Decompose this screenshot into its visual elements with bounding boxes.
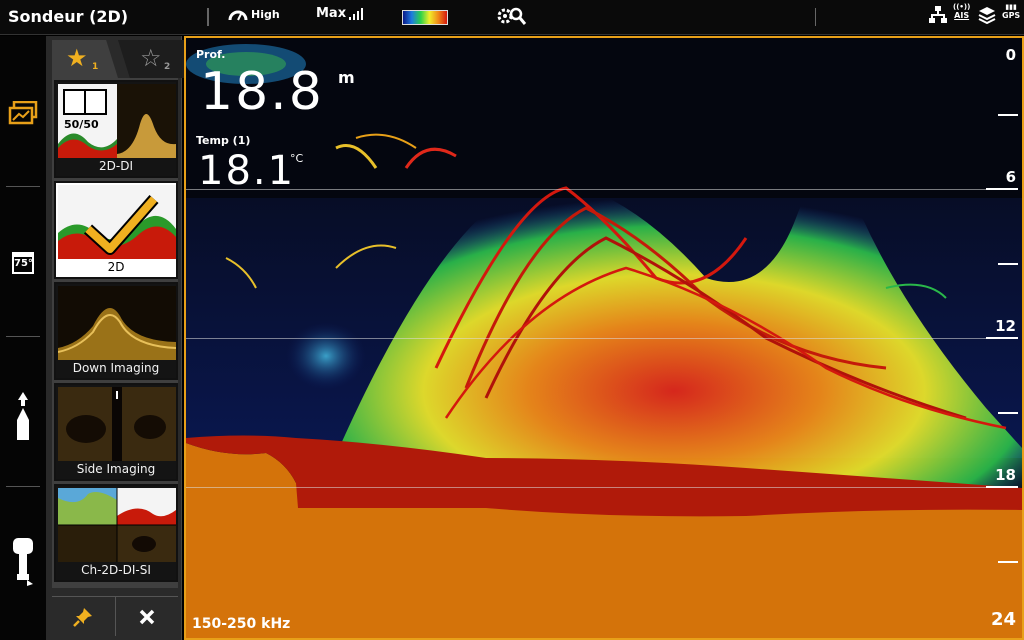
divider (6, 336, 40, 337)
view-thumbnail (58, 387, 176, 461)
depth-scale-tick (998, 263, 1018, 265)
panel-actions (52, 596, 178, 636)
temp-value: 18.1 (198, 148, 296, 194)
depth-scale-tick (998, 561, 1018, 563)
view-thumbnail (58, 185, 176, 259)
sonar-view[interactable]: Prof. 18.8 m Temp (1) 18.1 °C 0 6 12 18 … (184, 36, 1024, 640)
boat-direction-icon[interactable] (8, 392, 38, 442)
depth-label: Prof. (196, 48, 226, 61)
layers-icon[interactable] (978, 6, 996, 26)
depth-unit: m (338, 68, 355, 87)
depth-scale-tick (986, 337, 1018, 339)
star-filled-icon: ★ (66, 44, 88, 72)
temp-label: Temp (1) (196, 134, 251, 147)
depth-gridline (186, 487, 986, 488)
view-thumbnail: 50/50 (58, 84, 176, 158)
split-ratio-badge: 50/50 (64, 118, 99, 131)
gps-label: GPS (1002, 11, 1021, 20)
depth-scale-tick (998, 114, 1018, 116)
tab-favorites-1[interactable]: ★ 1 (52, 40, 118, 78)
depth-scale-tick (986, 188, 1018, 190)
view-list: 50/50 2D-DI 2D Down Imaging Side Imaging… (52, 78, 178, 588)
depth-scale-top: 0 (1005, 46, 1016, 64)
network-icon[interactable] (928, 6, 948, 26)
status-bar: Sondeur (2D) High Max ((•)) AIS ▮▮▮ GPS (0, 0, 1024, 35)
outboard-motor-icon[interactable] (8, 536, 38, 586)
view-label: Ch-2D-DI-SI (81, 563, 151, 577)
divider (208, 8, 209, 26)
depth-scale-tick (998, 412, 1018, 414)
ais-icon[interactable]: ((•)) AIS (953, 4, 970, 21)
view-label: 2D-DI (99, 159, 133, 173)
depth-scale-bottom: 24 (990, 609, 1016, 630)
tab-number: 2 (164, 62, 171, 72)
gps-icon[interactable]: ▮▮▮ GPS (1002, 4, 1021, 21)
view-card-side-imaging[interactable]: Side Imaging (54, 383, 178, 481)
view-label: Side Imaging (76, 462, 156, 476)
max-label: Max (316, 6, 347, 21)
temperature-display-value: 75° (12, 252, 34, 274)
divider (815, 8, 816, 26)
depth-scale-mark: 12 (995, 317, 1016, 335)
ais-label: AIS (954, 11, 970, 20)
view-card-down-imaging[interactable]: Down Imaging (54, 282, 178, 380)
view-thumbnail (58, 488, 176, 562)
depth-scale-mark: 6 (1005, 168, 1016, 186)
depth-gridline (186, 189, 986, 190)
divider (6, 486, 40, 487)
close-icon (139, 609, 154, 624)
left-rail: 75° (0, 36, 46, 640)
divider (6, 186, 40, 187)
depth-scale-mark: 18 (995, 466, 1016, 484)
view-card-2d-di[interactable]: 50/50 2D-DI (54, 80, 178, 178)
signal-strength-icon (349, 7, 364, 20)
view-panel: ★ 1 ☆ 2 50/50 2D-DI 2D Down Imaging Side… (46, 36, 184, 640)
temperature-display-icon[interactable]: 75° (8, 248, 38, 278)
views-icon[interactable] (8, 98, 38, 128)
frequency-label: 150-250 kHz (192, 616, 291, 632)
view-card-2d[interactable]: 2D (54, 181, 178, 279)
gear-search-icon[interactable] (496, 5, 528, 27)
view-label: 2D (107, 260, 125, 274)
depth-range-control[interactable]: Max (316, 6, 364, 21)
sensitivity-control[interactable]: High (228, 6, 280, 22)
close-button[interactable] (114, 596, 178, 636)
depth-value: 18.8 (200, 62, 324, 122)
depth-gridline (186, 338, 986, 339)
pin-icon (73, 607, 93, 627)
star-outline-icon: ☆ (140, 44, 162, 72)
view-card-ch-2d-di-si[interactable]: Ch-2D-DI-SI (54, 484, 178, 582)
depth-scale-tick (986, 486, 1018, 488)
color-palette-icon[interactable] (402, 10, 448, 25)
tab-favorites-2[interactable]: ☆ 2 (118, 40, 184, 78)
speedometer-icon (228, 10, 248, 21)
sensitivity-label: High (251, 7, 280, 21)
tab-number: 1 (92, 62, 99, 72)
app-title: Sondeur (2D) (8, 7, 129, 26)
view-thumbnail (58, 286, 176, 360)
temp-unit: °C (290, 152, 304, 165)
pin-button[interactable] (52, 596, 115, 636)
view-label: Down Imaging (72, 361, 160, 375)
